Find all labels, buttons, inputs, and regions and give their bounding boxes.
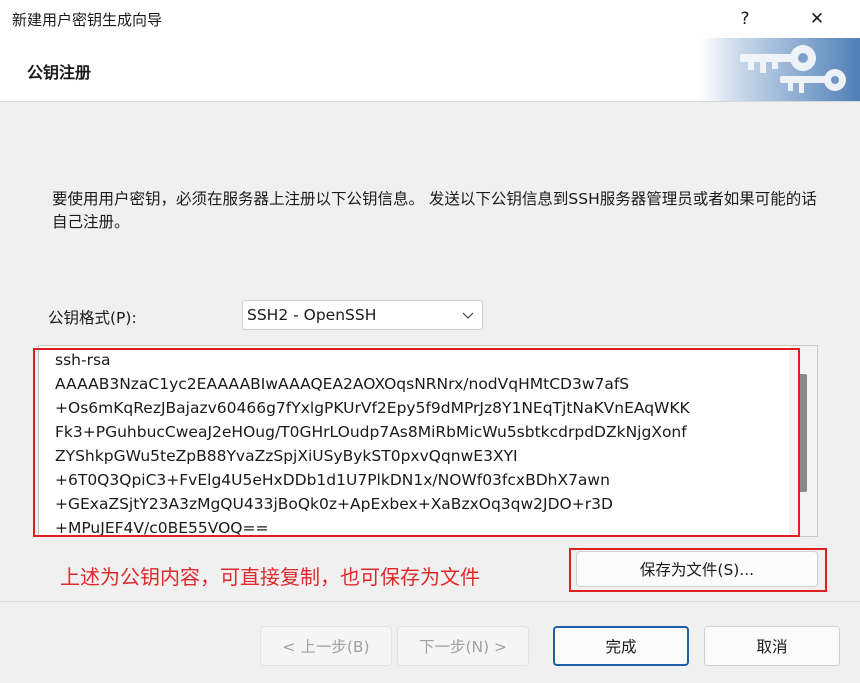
wizard-header: 公钥注册 bbox=[0, 38, 860, 102]
window-title: 新建用户密钥生成向导 bbox=[12, 11, 163, 29]
key-format-dropdown[interactable]: SSH2 - OpenSSH bbox=[242, 300, 483, 330]
keys-icon bbox=[700, 38, 860, 101]
help-button[interactable]: ? bbox=[722, 0, 768, 38]
instruction-text: 要使用用户密钥，必须在服务器上注册以下公钥信息。 发送以下公钥信息到SSH服务器… bbox=[52, 190, 817, 231]
cancel-button[interactable]: 取消 bbox=[704, 626, 840, 666]
key-format-label: 公钥格式(P): bbox=[48, 309, 137, 327]
next-button[interactable]: 下一步(N) > bbox=[397, 626, 529, 666]
finish-button[interactable]: 完成 bbox=[553, 626, 689, 666]
wizard-footer: < 上一步(B) 下一步(N) > 完成 取消 bbox=[0, 601, 860, 683]
title-bar: 新建用户密钥生成向导 ? ✕ bbox=[0, 0, 860, 38]
save-button-highlight-box bbox=[569, 548, 827, 592]
page-heading: 公钥注册 bbox=[27, 63, 92, 82]
annotation-text: 上述为公钥内容，可直接复制，也可保存为文件 bbox=[60, 565, 480, 589]
back-button[interactable]: < 上一步(B) bbox=[260, 626, 392, 666]
key-format-value: SSH2 - OpenSSH bbox=[247, 306, 377, 324]
close-button[interactable]: ✕ bbox=[794, 0, 840, 38]
key-highlight-box bbox=[33, 348, 800, 537]
chevron-down-icon bbox=[462, 312, 474, 319]
